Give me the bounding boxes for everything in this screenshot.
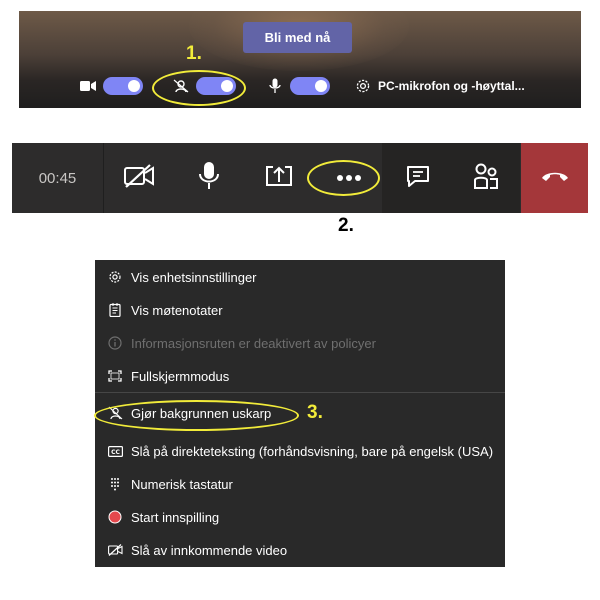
call-timer: 00:45 — [12, 143, 104, 213]
step-3-label: 3. — [307, 402, 323, 423]
mic-toggle-group — [266, 75, 330, 97]
microphone-button[interactable] — [174, 143, 244, 213]
menu-item-label: Slå på direkteteksting (forhåndsvisning,… — [131, 443, 494, 459]
toggle-knob — [315, 80, 327, 92]
menu-item-start-recording[interactable]: Start innspilling — [95, 502, 505, 532]
blur-toggle-group — [172, 75, 236, 97]
menu-item-label: Vis enhetsinnstillinger — [131, 269, 257, 285]
menu-item-blur-background[interactable]: Gjør bakgrunnen uskarp — [95, 398, 505, 428]
fullscreen-icon — [107, 368, 123, 384]
menu-item-label: Start innspilling — [131, 509, 220, 525]
camera-toggle[interactable] — [103, 77, 143, 95]
share-screen-icon — [264, 164, 294, 193]
menu-item-label: Gjør bakgrunnen uskarp — [131, 405, 272, 421]
menu-item-label: Slå av innkommende video — [131, 542, 288, 558]
call-toolbar: 00:45 — [12, 143, 588, 213]
notes-icon — [107, 302, 123, 318]
svg-text:CC: CC — [111, 449, 120, 456]
chat-button[interactable] — [383, 143, 453, 213]
microphone-icon — [266, 77, 284, 95]
prejoin-controls: PC-mikrofon og -høyttal... — [19, 75, 581, 97]
menu-item-dialpad[interactable]: Numerisk tastatur — [95, 469, 505, 499]
audio-device-label: PC-mikrofon og -høyttal... — [378, 79, 525, 93]
closed-captions-icon: CC — [107, 443, 123, 459]
record-icon — [107, 509, 123, 525]
menu-item-info-pane-disabled: Informasjonsruten er deaktivert av polic… — [95, 328, 505, 358]
background-blur-icon — [107, 405, 123, 421]
menu-item-label: Fullskjermmodus — [131, 368, 230, 384]
device-settings[interactable]: PC-mikrofon og -høyttal... — [354, 75, 525, 97]
join-now-button[interactable]: Bli med nå — [243, 22, 352, 53]
video-camera-icon — [79, 77, 97, 95]
more-options-button[interactable] — [314, 143, 384, 213]
participants-icon — [472, 162, 500, 195]
menu-item-fullscreen[interactable]: Fullskjermmodus — [95, 361, 505, 391]
gear-icon — [354, 77, 372, 95]
more-options-icon — [336, 169, 362, 187]
dialpad-icon — [107, 476, 123, 492]
menu-item-device-settings[interactable]: Vis enhetsinnstillinger — [95, 262, 505, 292]
hang-up-button[interactable] — [521, 143, 588, 213]
microphone-toggle[interactable] — [290, 77, 330, 95]
video-off-icon — [123, 163, 155, 193]
toggle-knob — [128, 80, 140, 92]
menu-item-label: Numerisk tastatur — [131, 476, 233, 492]
menu-item-meeting-notes[interactable]: Vis møtenotater — [95, 295, 505, 325]
video-off-icon — [107, 542, 123, 558]
more-options-menu: Vis enhetsinnstillinger Vis møtenotater … — [95, 260, 505, 567]
hang-up-icon — [540, 169, 570, 188]
menu-item-label: Vis møtenotater — [131, 302, 223, 318]
menu-item-turn-off-incoming-video[interactable]: Slå av innkommende video — [95, 535, 505, 565]
step-1-label: 1. — [186, 43, 202, 64]
camera-off-button[interactable] — [104, 143, 174, 213]
participants-button[interactable] — [451, 143, 521, 213]
menu-item-label: Informasjonsruten er deaktivert av polic… — [131, 335, 376, 351]
share-screen-button[interactable] — [244, 143, 314, 213]
background-blur-icon — [172, 77, 190, 95]
prejoin-panel: Bli med nå PC-mikrofon og -høyttal... — [19, 11, 581, 108]
info-icon — [107, 335, 123, 351]
toggle-knob — [221, 80, 233, 92]
gear-icon — [107, 269, 123, 285]
background-blur-toggle[interactable] — [196, 77, 236, 95]
camera-toggle-group — [79, 75, 143, 97]
chat-icon — [405, 164, 431, 193]
menu-item-live-captions[interactable]: CC Slå på direkteteksting (forhåndsvisni… — [95, 436, 505, 466]
step-2-label: 2. — [338, 215, 354, 236]
microphone-icon — [198, 161, 220, 196]
menu-divider — [95, 392, 505, 393]
